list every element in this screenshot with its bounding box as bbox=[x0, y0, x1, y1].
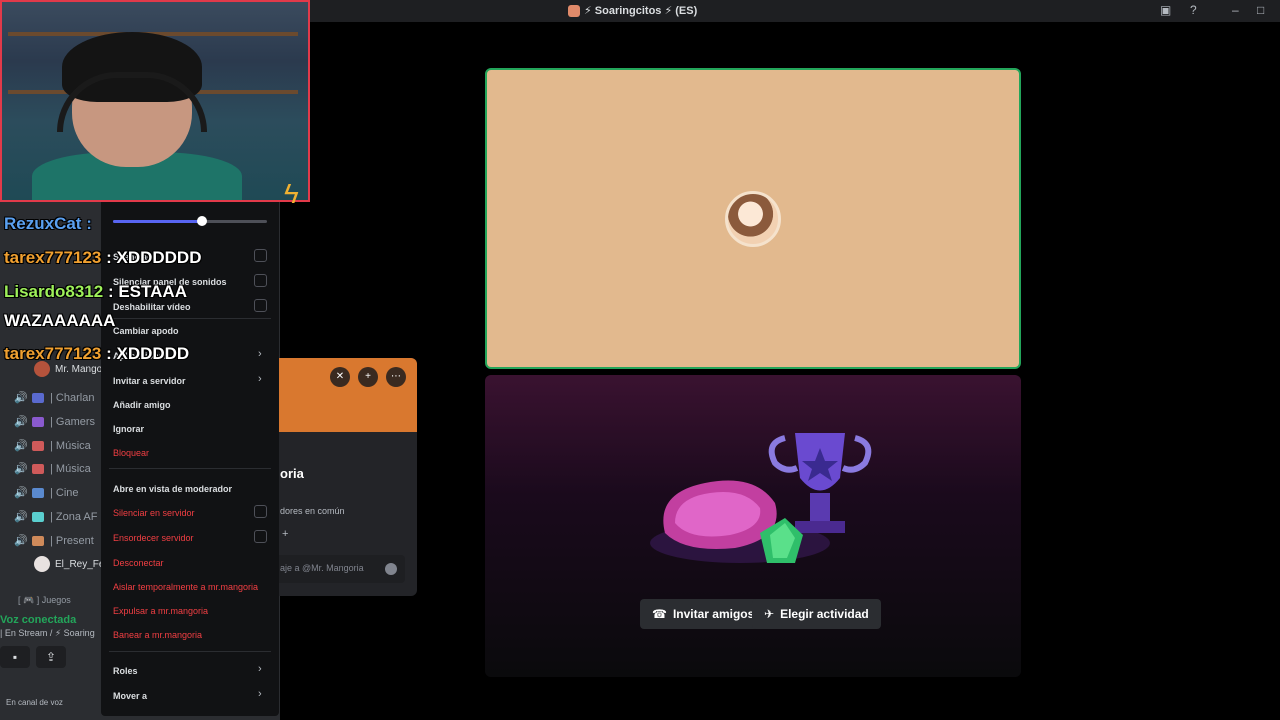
volume-fill bbox=[113, 220, 203, 223]
channel-emoji-icon bbox=[32, 392, 44, 403]
menu-divider bbox=[109, 468, 271, 469]
minimize-icon[interactable]: – bbox=[1232, 3, 1239, 17]
chevron-right-icon: › bbox=[258, 663, 262, 675]
profile-banner: ✕ + ⋯ bbox=[270, 358, 417, 432]
message-input[interactable]: aje a @Mr. Mangoria bbox=[276, 555, 405, 583]
voice-footer-status: En canal de voz bbox=[6, 698, 63, 707]
chat-line: RezuxCat : bbox=[4, 214, 92, 233]
channel-item[interactable]: 🔊 | Charlan bbox=[14, 391, 94, 405]
channel-item[interactable]: 🔊 | Present bbox=[14, 534, 94, 548]
chat-line: WAZAAAAAA bbox=[4, 311, 116, 330]
maximize-icon[interactable]: □ bbox=[1257, 3, 1264, 17]
channel-item[interactable]: 🔊 | Música bbox=[14, 439, 91, 453]
channel-item[interactable]: 🔊 | Zona AF bbox=[14, 510, 98, 524]
chevron-right-icon: › bbox=[258, 688, 262, 700]
user-video-tile[interactable] bbox=[485, 68, 1021, 369]
add-friend-icon[interactable]: + bbox=[358, 367, 378, 387]
user-volume-slider[interactable] bbox=[113, 216, 267, 226]
channel-emoji-icon bbox=[32, 487, 44, 498]
voice-connected-status: Voz conectada bbox=[0, 614, 77, 626]
channel-item[interactable]: 🔊 | Música bbox=[14, 462, 91, 476]
help-icon[interactable]: ? bbox=[1190, 3, 1197, 17]
speaker-icon: 🔊 bbox=[14, 440, 28, 452]
speaker-icon: 🔊 bbox=[14, 487, 28, 499]
menu-disconnect[interactable]: Desconectar bbox=[113, 558, 164, 568]
menu-divider bbox=[109, 651, 271, 652]
server-deafen-checkbox[interactable] bbox=[254, 530, 267, 543]
speaker-icon: 🔊 bbox=[14, 416, 28, 428]
user-context-menu: Silenciar Silenciar panel de sonidos Des… bbox=[101, 196, 279, 716]
emoji-icon[interactable] bbox=[385, 563, 397, 575]
more-icon[interactable]: ⋯ bbox=[386, 367, 406, 387]
voice-user[interactable]: El_Rey_Fe bbox=[34, 556, 104, 572]
chat-line: Lisardo8312 : ESTAAA bbox=[4, 282, 187, 301]
chat-line: tarex777123 : XDDDDD bbox=[4, 344, 190, 363]
speaker-icon: 🔊 bbox=[14, 392, 28, 404]
channel-emoji-icon bbox=[32, 511, 44, 522]
plus-icon[interactable]: + bbox=[282, 528, 288, 540]
menu-add-friend[interactable]: Añadir amigo bbox=[113, 400, 171, 410]
menu-divider bbox=[109, 318, 271, 319]
avatar bbox=[725, 191, 781, 247]
lightning-bolt-icon: ϟ bbox=[284, 178, 299, 209]
user-profile-popout: ✕ + ⋯ oria dores en común + aje a @Mr. M… bbox=[270, 358, 417, 596]
chevron-right-icon: › bbox=[258, 348, 262, 360]
streamer-webcam bbox=[0, 0, 310, 202]
mute-icon[interactable]: ✕ bbox=[330, 367, 350, 387]
activity-tile: ☎ Invitar amigos ✈ Elegir actividad bbox=[485, 375, 1021, 677]
menu-ban[interactable]: Banear a mr.mangoria bbox=[113, 630, 202, 640]
window-title: ⚡ Soaringcitos ⚡ (ES) bbox=[568, 4, 697, 17]
voice-channel-label: | En Stream / ⚡ Soaring bbox=[0, 628, 95, 638]
menu-ignore[interactable]: Ignorar bbox=[113, 424, 144, 434]
profile-name: oria bbox=[280, 466, 304, 481]
server-mute-checkbox[interactable] bbox=[254, 505, 267, 518]
menu-server-deafen[interactable]: Ensordecer servidor bbox=[113, 533, 194, 543]
channel-emoji-icon bbox=[32, 463, 44, 474]
choose-activity-button[interactable]: ✈ Elegir actividad bbox=[752, 599, 881, 629]
speaker-icon: 🔊 bbox=[14, 511, 28, 523]
rocket-icon: ✈ bbox=[764, 607, 775, 621]
menu-block[interactable]: Bloquear bbox=[113, 448, 149, 458]
menu-server-mute[interactable]: Silenciar en servidor bbox=[113, 508, 195, 518]
menu-timeout[interactable]: Aislar temporalmente a mr.mangoria bbox=[113, 582, 258, 592]
volume-knob[interactable] bbox=[197, 216, 208, 226]
invite-person-icon: ☎ bbox=[652, 607, 667, 621]
chat-line: tarex777123 : XDDDDDD bbox=[4, 248, 202, 267]
menu-roles[interactable]: Roles bbox=[113, 666, 138, 676]
soundboard-checkbox[interactable] bbox=[254, 274, 267, 287]
inbox-icon[interactable]: ▣ bbox=[1160, 3, 1171, 17]
video-checkbox[interactable] bbox=[254, 299, 267, 312]
menu-move-to[interactable]: Mover a bbox=[113, 691, 147, 701]
speaker-icon: 🔊 bbox=[14, 535, 28, 547]
avatar bbox=[34, 556, 50, 572]
channel-emoji-icon bbox=[32, 535, 44, 546]
mutual-servers[interactable]: dores en común bbox=[280, 506, 345, 516]
silence-checkbox[interactable] bbox=[254, 249, 267, 262]
trophy-illustration-icon bbox=[650, 433, 872, 563]
camera-button[interactable]: ▪ bbox=[0, 646, 30, 668]
channel-item[interactable]: 🔊 | Gamers bbox=[14, 415, 95, 429]
channel-emoji-icon bbox=[32, 416, 44, 427]
channel-emoji-icon bbox=[32, 440, 44, 451]
menu-invite-server[interactable]: Invitar a servidor bbox=[113, 376, 186, 386]
speaker-icon: 🔊 bbox=[14, 463, 28, 475]
invite-friends-button[interactable]: ☎ Invitar amigos bbox=[640, 599, 767, 629]
channel-item[interactable]: 🔊 | Cine bbox=[14, 486, 79, 500]
menu-mod-view[interactable]: Abre en vista de moderador bbox=[113, 484, 232, 494]
server-icon bbox=[568, 4, 580, 17]
menu-change-nick[interactable]: Cambiar apodo bbox=[113, 326, 179, 336]
menu-kick[interactable]: Expulsar a mr.mangoria bbox=[113, 606, 208, 616]
category-juegos[interactable]: [ 🎮 ] Juegos bbox=[18, 595, 71, 606]
menu-disable-video[interactable]: Deshabilitar vídeo bbox=[113, 302, 191, 312]
screen-share-button[interactable]: ⇪ bbox=[36, 646, 66, 668]
chevron-right-icon: › bbox=[258, 373, 262, 385]
